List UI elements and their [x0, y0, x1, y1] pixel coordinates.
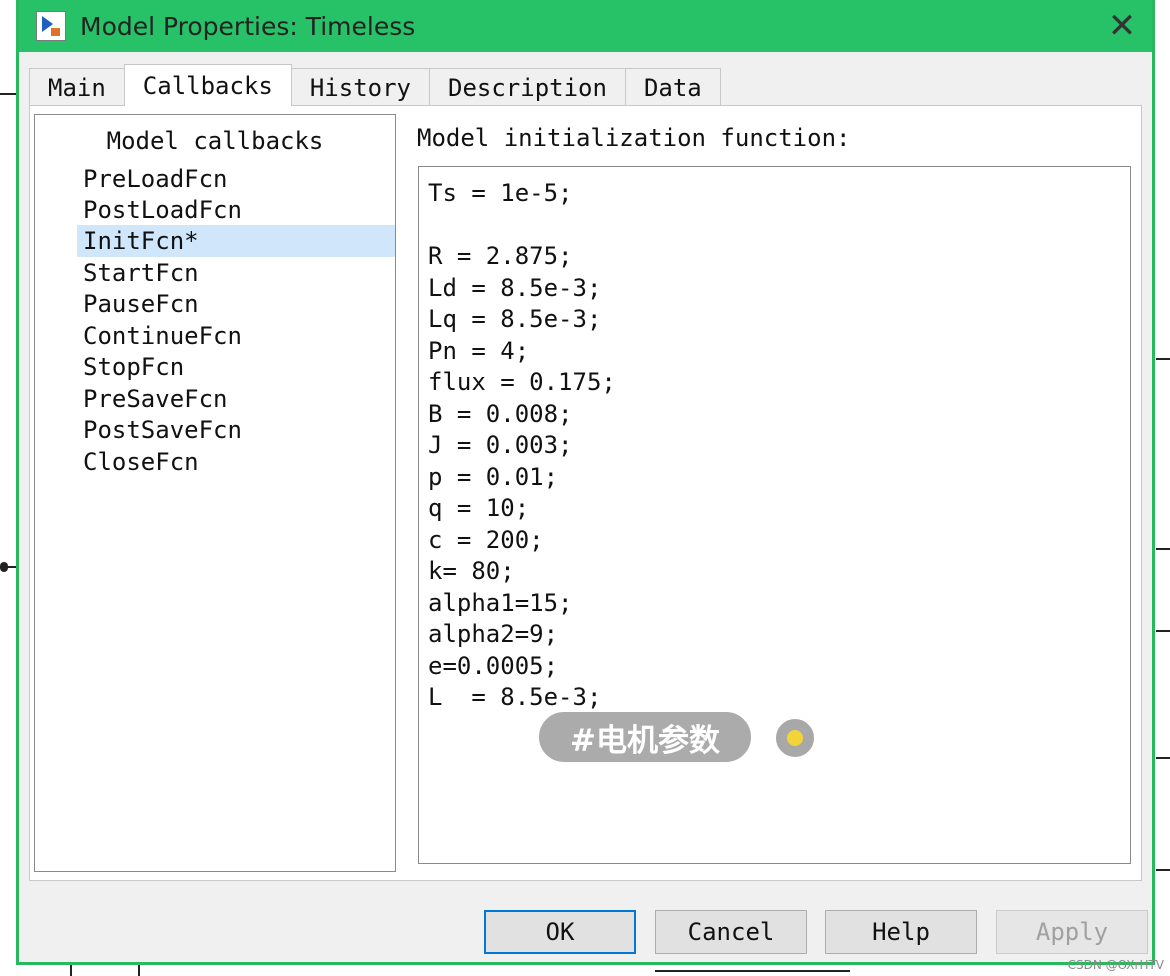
- callback-item-postloadfcn[interactable]: PostLoadFcn: [77, 194, 395, 226]
- callback-item-initfcn[interactable]: InitFcn*: [77, 225, 395, 257]
- code-line: flux = 0.175;: [428, 368, 616, 396]
- model-properties-dialog: Model Properties: Timeless ✕ Main Callba…: [16, 0, 1155, 965]
- canvas-line: [138, 965, 140, 976]
- init-function-editor[interactable]: Ts = 1e-5; R = 2.875; Ld = 8.5e-3; Lq = …: [418, 166, 1131, 864]
- help-button[interactable]: Help: [825, 910, 977, 954]
- code-line: p = 0.01;: [428, 463, 559, 491]
- tab-description[interactable]: Description: [429, 68, 626, 106]
- code-line: Ld = 8.5e-3;: [428, 274, 602, 302]
- canvas-line: [1156, 358, 1170, 360]
- code-line: R = 2.875;: [428, 242, 573, 270]
- code-line: Lq = 8.5e-3;: [428, 305, 602, 333]
- editor-label: Model initialization function:: [417, 124, 851, 152]
- tab-callbacks[interactable]: Callbacks: [123, 64, 292, 106]
- callback-item-preloadfcn[interactable]: PreLoadFcn: [77, 163, 395, 195]
- code-line: Ts = 1e-5;: [428, 179, 573, 207]
- callback-item-startfcn[interactable]: StartFcn: [77, 257, 395, 289]
- canvas-line: [1156, 757, 1170, 759]
- code-line: alpha1=15;: [428, 589, 573, 617]
- code-line: alpha2=9;: [428, 620, 559, 648]
- tab-history[interactable]: History: [290, 68, 430, 106]
- code-line: Pn = 4;: [428, 337, 530, 365]
- callback-item-presavefcn[interactable]: PreSaveFcn: [77, 383, 395, 415]
- tab-main[interactable]: Main: [29, 68, 125, 106]
- canvas-connector-dot: [0, 562, 8, 572]
- model-callbacks-list: Model callbacks PreLoadFcn PostLoadFcn I…: [34, 114, 396, 872]
- canvas-line: [1156, 548, 1170, 550]
- callback-item-closefcn[interactable]: CloseFcn: [77, 446, 395, 478]
- callback-item-continuefcn[interactable]: ContinueFcn: [77, 320, 395, 352]
- callback-item-postsavefcn[interactable]: PostSaveFcn: [77, 414, 395, 446]
- code-line: e=0.0005;: [428, 652, 559, 680]
- code-line: c = 200;: [428, 526, 544, 554]
- close-button[interactable]: ✕: [1092, 0, 1152, 52]
- canvas-line: [1156, 630, 1170, 632]
- ok-button[interactable]: OK: [484, 910, 636, 954]
- watermark: CSDN @OXrHTV: [1067, 958, 1164, 972]
- record-dot-button[interactable]: [773, 716, 817, 760]
- cancel-button[interactable]: Cancel: [655, 910, 807, 954]
- code-line: B = 0.008;: [428, 400, 573, 428]
- callbacks-list-title: Model callbacks: [106, 127, 324, 155]
- hashtag-pill[interactable]: #电机参数: [536, 709, 754, 765]
- canvas-line: [0, 93, 16, 95]
- canvas-line: [655, 970, 850, 972]
- callback-item-stopfcn[interactable]: StopFcn: [77, 351, 395, 383]
- code-line: J = 0.003;: [428, 431, 573, 459]
- dot-icon: [787, 730, 803, 746]
- canvas-line: [70, 965, 72, 976]
- simulink-app-icon: [36, 11, 66, 41]
- apply-button[interactable]: Apply: [996, 910, 1148, 954]
- title-bar[interactable]: Model Properties: Timeless ✕: [19, 0, 1152, 52]
- window-title: Model Properties: Timeless: [80, 11, 416, 41]
- callback-item-pausefcn[interactable]: PauseFcn: [77, 288, 395, 320]
- canvas-line: [1156, 869, 1170, 871]
- code-line: q = 10;: [428, 494, 530, 522]
- tab-bar: Main Callbacks History Description Data: [29, 64, 721, 106]
- code-line: k= 80;: [428, 557, 515, 585]
- tab-data[interactable]: Data: [624, 68, 721, 106]
- code-line: L = 8.5e-3;: [428, 683, 602, 711]
